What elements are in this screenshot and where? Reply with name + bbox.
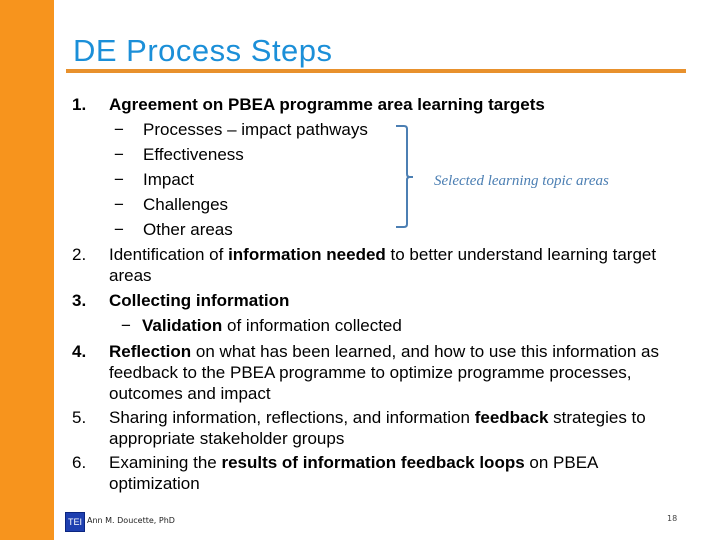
title-underline xyxy=(66,69,686,73)
step-5: 5. Sharing information, reflections, and… xyxy=(72,408,646,448)
dash-bullet: − xyxy=(114,170,124,189)
step-number: 6. xyxy=(72,453,87,472)
callout-label: Selected learning topic areas xyxy=(434,173,609,189)
steps-list: 1. Agreement on PBEA programme area lear… xyxy=(72,92,682,494)
step-number: 5. xyxy=(72,408,87,427)
dash-bullet: − xyxy=(121,316,131,335)
step-1: 1. Agreement on PBEA programme area lear… xyxy=(72,92,682,117)
sub-item: − Processes – impact pathways xyxy=(72,117,682,142)
step-number: 1. xyxy=(72,95,87,114)
step-3: 3. Collecting information xyxy=(72,288,682,313)
footer-author: Ann M. Doucette, PhD xyxy=(87,516,175,525)
dash-bullet: − xyxy=(114,195,124,214)
step-number: 4. xyxy=(72,342,87,361)
step-text: Agreement on PBEA programme area learnin… xyxy=(109,95,545,114)
sub-item: − Other areas xyxy=(72,217,682,242)
slide-title: DE Process Steps xyxy=(73,33,333,68)
page-number: 18 xyxy=(667,514,678,523)
dash-bullet: − xyxy=(114,145,124,164)
orange-sidebar xyxy=(0,0,54,540)
right-brace-icon xyxy=(396,125,413,228)
dash-bullet: − xyxy=(114,120,124,139)
sub-item: − Effectiveness xyxy=(72,142,682,167)
sub-item: − Challenges xyxy=(72,192,682,217)
step-6: 6. Examining the results of information … xyxy=(72,453,598,493)
step-number: 2. xyxy=(72,245,87,264)
step-4: 4. Reflection on what has been learned, … xyxy=(72,342,659,403)
sub-item: − Validation of information collected xyxy=(72,313,682,338)
step-number: 3. xyxy=(72,291,87,310)
tei-logo: TEI xyxy=(65,512,85,532)
step-2: 2. Identification of information needed … xyxy=(72,245,657,285)
dash-bullet: − xyxy=(114,220,124,239)
